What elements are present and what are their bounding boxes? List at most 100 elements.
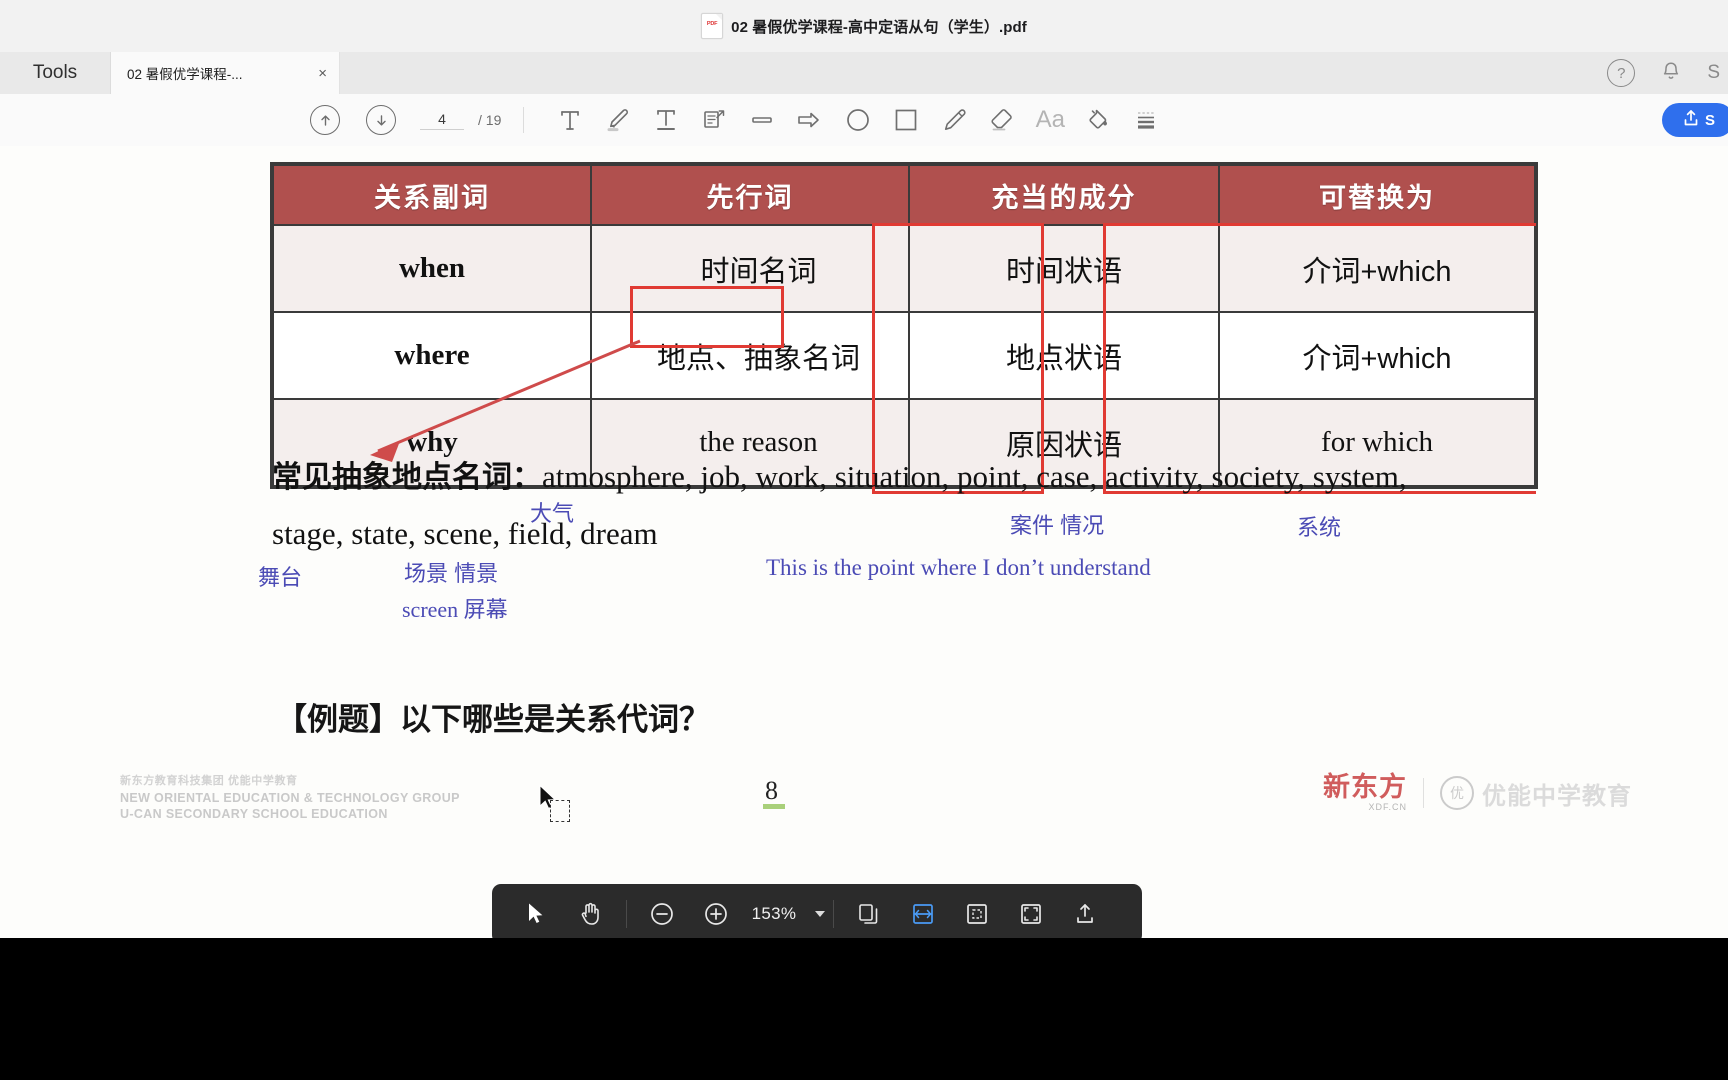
common-nouns-list-line2: stage, state, scene, field, dream [272, 516, 658, 551]
footer-brand-en1: NEW ORIENTAL EDUCATION & TECHNOLOGY GROU… [120, 790, 460, 805]
common-nouns-label: 常见抽象地点名词 [272, 461, 512, 494]
marquee-selection-box [550, 800, 570, 822]
arrow-down-circle-icon[interactable] [366, 105, 396, 135]
export-button[interactable] [1058, 884, 1112, 944]
Aa-label: Aa [1035, 106, 1066, 133]
relative-adverbs-table: 关系副词 先行词 充当的成分 可替换为 when 时间名词 时间状语 介词+wh… [272, 164, 1536, 487]
pdf-page: 关系副词 先行词 充当的成分 可替换为 when 时间名词 时间状语 介词+wh… [0, 146, 1728, 938]
paint-bucket-icon[interactable] [1074, 100, 1122, 140]
colon-glyph: ： [512, 461, 542, 494]
tab-strip: Tools 02 暑假优学课程-... × ? S [0, 52, 1728, 94]
toolbar-divider [523, 107, 525, 133]
cell-role: 地点状语 [908, 311, 1220, 400]
page-number-input[interactable]: 4 [420, 111, 464, 130]
highlighter-pen-icon[interactable] [594, 100, 642, 140]
pdf-file-icon [701, 13, 724, 39]
pencil-icon[interactable] [930, 100, 978, 140]
eraser-icon[interactable] [978, 100, 1026, 140]
table-row: where 地点、抽象名词 地点状语 介词+which [272, 311, 1536, 400]
page-total-label: / 19 [478, 112, 502, 128]
table-header-cell: 可替换为 [1218, 164, 1536, 226]
annotation-atmosphere: 大气 [530, 501, 575, 526]
line-weight-icon[interactable] [1122, 100, 1170, 140]
xdf-logo: 新东方 XDF.CN [1323, 774, 1407, 812]
footer-brand-logos: 新东方 XDF.CN 优 优能中学教育 [1323, 774, 1632, 812]
zoom-in-button[interactable] [689, 884, 743, 944]
page-navigation-group: 4 / 19 [310, 105, 501, 135]
annotation-example-sentence: This is the point where I don’t understa… [766, 555, 1151, 580]
ucan-logo: 优 优能中学教育 [1440, 776, 1632, 811]
select-tool-button[interactable] [510, 884, 564, 944]
xdf-logo-text: 新东方 [1323, 772, 1407, 802]
fit-width-button[interactable] [896, 884, 950, 944]
annotation-stage: 舞台 [258, 565, 303, 590]
antecedent-plain-text: 地点、 [656, 342, 744, 375]
table-header-cell: 关系副词 [272, 164, 592, 226]
footer-brand-cn: 新东方教育科技集团 优能中学教育 [120, 775, 298, 787]
arrow-up-circle-icon[interactable] [310, 105, 340, 135]
arrow-right-icon[interactable] [786, 100, 834, 140]
table-header-cell: 充当的成分 [908, 164, 1220, 226]
document-tab-label: 02 暑假优学课程-... [127, 67, 243, 82]
share-button[interactable]: S [1662, 103, 1728, 137]
xdf-logo-sub: XDF.CN [1368, 802, 1407, 812]
cell-antecedent: 时间名词 [590, 224, 910, 313]
Aa-icon[interactable]: Aa [1026, 100, 1074, 140]
page-number-stamp: 8 [763, 776, 785, 809]
window-title-bar: 02 暑假优学课程-高中定语从句（学生）.pdf [0, 0, 1728, 52]
footer-brand-text: 新东方教育科技集团 优能中学教育 NEW ORIENTAL EDUCATION … [120, 774, 460, 823]
document-tab[interactable]: 02 暑假优学课程-... × [111, 52, 340, 94]
antecedent-boxed-text: 抽象名词 [744, 342, 861, 375]
share-label: S [1704, 111, 1715, 129]
common-abstract-nouns-line: 常见抽象地点名词：atmosphere, job, work, situatio… [272, 452, 1522, 496]
table-row: when 时间名词 时间状语 介词+which [272, 224, 1536, 313]
pdf-reader-window: 02 暑假优学课程-高中定语从句（学生）.pdf Tools 02 暑假优学课程… [0, 0, 1728, 1080]
brand-divider [1423, 778, 1424, 808]
cell-replace: 介词+which [1218, 224, 1536, 313]
toolbar-divider [626, 900, 627, 928]
circle-icon[interactable] [834, 100, 882, 140]
cell-replace: 介词+which [1218, 311, 1536, 400]
annotation-toolbar: 4 / 19 Aa S [0, 94, 1728, 147]
account-initial-label[interactable]: S [1707, 62, 1720, 84]
fit-page-button[interactable] [950, 884, 1004, 944]
square-icon[interactable] [882, 100, 930, 140]
help-icon[interactable]: ? [1607, 59, 1636, 87]
note-callout-icon[interactable] [690, 100, 738, 140]
close-icon[interactable]: × [318, 66, 327, 81]
page-number-box: 4 / 19 [420, 111, 501, 130]
window-background-fill [0, 938, 1728, 1080]
zoom-out-button[interactable] [635, 884, 689, 944]
line-icon[interactable] [738, 100, 786, 140]
chevron-down-icon[interactable] [815, 911, 825, 917]
mouse-cursor [538, 784, 570, 822]
annotation-case-situation: 案件 情况 [1010, 513, 1105, 538]
zoom-level-label[interactable]: 153% [743, 904, 805, 924]
tools-button[interactable]: Tools [0, 52, 111, 94]
text-T-icon[interactable] [546, 100, 594, 140]
window-title-wrap: 02 暑假优学课程-高中定语从句（学生）.pdf [701, 13, 1027, 39]
footer-brand-en2: U-CAN SECONDARY SCHOOL EDUCATION [120, 807, 388, 822]
common-nouns-list-line1: atmosphere, job, work, situation, point,… [542, 459, 1407, 494]
window-title: 02 暑假优学课程-高中定语从句（学生）.pdf [731, 18, 1027, 36]
view-controls-toolbar: 153% [492, 884, 1142, 944]
tab-strip-right-actions: ? S [1607, 52, 1728, 94]
bell-icon[interactable] [1661, 61, 1681, 86]
annotation-screen: screen 屏幕 [402, 597, 508, 622]
cell-adverb: where [272, 311, 592, 400]
pan-tool-button[interactable] [564, 884, 618, 944]
copy-pages-button[interactable] [842, 884, 896, 944]
document-page-area[interactable]: 关系副词 先行词 充当的成分 可替换为 when 时间名词 时间状语 介词+wh… [0, 146, 1728, 938]
underline-T-icon[interactable] [642, 100, 690, 140]
full-screen-button[interactable] [1004, 884, 1058, 944]
annotation-system: 系统 [1297, 515, 1342, 540]
tab-strip-empty [340, 52, 1728, 94]
annotation-scene: 场景 情景 [404, 561, 499, 586]
share-upload-icon [1681, 108, 1701, 133]
table-header-cell: 先行词 [590, 164, 910, 226]
ucan-logo-text: 优能中学教育 [1482, 782, 1632, 810]
cell-adverb: when [272, 224, 592, 313]
cell-antecedent: 地点、抽象名词 [590, 311, 910, 400]
table-header-row: 关系副词 先行词 充当的成分 可替换为 [272, 164, 1536, 226]
toolbar-divider [833, 900, 834, 928]
